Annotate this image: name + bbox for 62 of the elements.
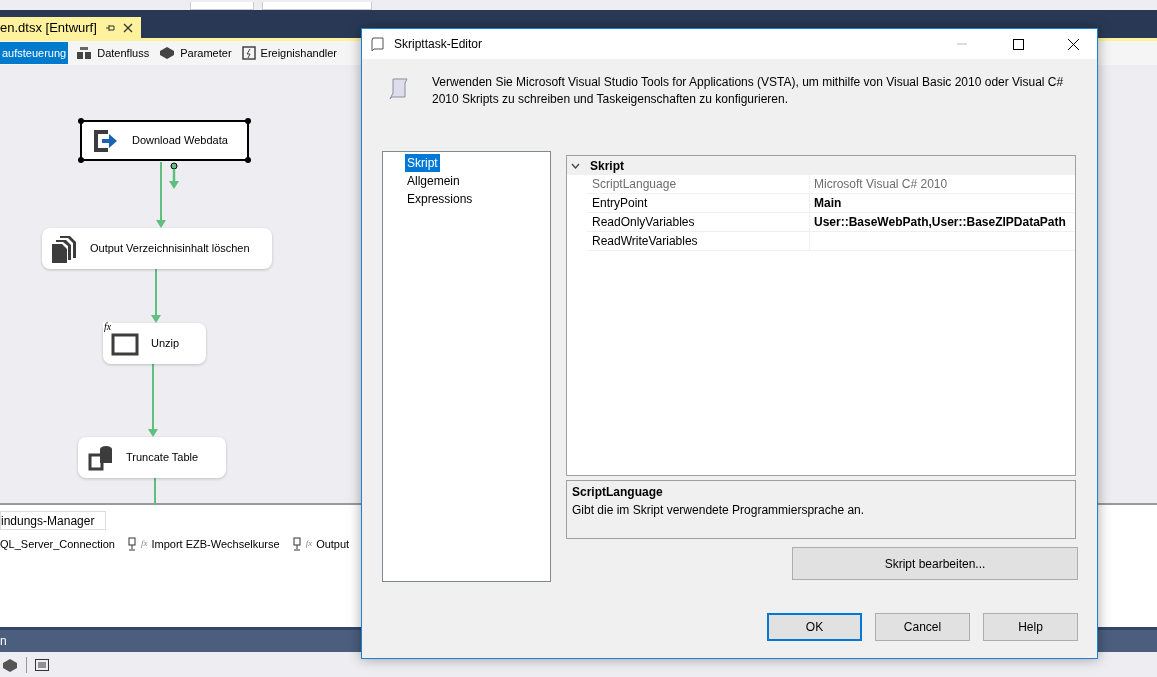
designer-tab[interactable]: Ereignishandler [239,42,339,64]
document-title: en.dtsx [Entwurf] [0,18,97,37]
window-icon [111,331,139,356]
dialog-title: Skripttask-Editor [394,36,484,53]
fx-label: fx [305,537,313,551]
task-node[interactable]: Truncate Table [78,437,226,478]
designer-tab[interactable]: aufsteuerung [0,42,69,64]
scroll-icon [370,36,386,52]
file-connection-icon [291,537,302,551]
dialog-button[interactable]: Cancel [875,613,970,641]
task-node[interactable]: Output Verzeichnisinhalt löschen [42,228,272,269]
help-title: ScriptLanguage [572,484,664,500]
maximize-icon[interactable] [1013,38,1024,50]
fx-label: fx [140,537,148,551]
event-handler-icon [241,46,256,60]
help-text: Gibt die im Skript verwendete Programmiersprache an. [572,502,866,519]
scroll-icon [388,76,410,102]
connector-handle[interactable] [169,162,179,189]
dialog-button[interactable]: Help [983,613,1078,641]
document-tab[interactable]: en.dtsx [Entwurf] [0,17,141,38]
task-label: Truncate Table [126,450,199,466]
property-name[interactable]: ReadOnlyVariables [587,213,810,231]
chevron-icon [571,162,580,169]
dataflow-icon [76,46,93,60]
task-label: Download Webdata [132,133,228,149]
package-icon[interactable] [2,657,18,672]
resize-handle[interactable] [245,118,251,124]
resize-handle[interactable] [245,157,251,163]
designer-tab[interactable]: Datenfluss [74,42,152,64]
page-list-item[interactable]: Allgemein [405,172,462,190]
close-icon[interactable] [122,22,133,33]
property-category[interactable]: Skript [567,156,1075,175]
documents-icon [50,233,78,264]
resize-handle[interactable] [78,118,84,124]
dialog-button[interactable]: OK [767,613,862,641]
list-icon[interactable] [35,658,49,671]
task-label: Unzip [151,336,180,352]
task-node[interactable]: Download Webdata [80,120,249,161]
connector-arrow [151,268,161,323]
connection-name[interactable]: Import EZB-Wechselkurse [151,535,280,553]
connector-arrow [156,161,166,228]
connection-name[interactable]: Output [316,535,350,553]
edit-script-button[interactable]: Skript bearbeiten... [792,547,1078,580]
connection-name[interactable]: QL_Server_Connection [0,535,115,553]
property-value[interactable]: User::BaseWebPath,User::BaseZIPDataPath [810,213,1066,231]
page-list-item[interactable]: Expressions [405,190,475,208]
connection-manager-tab[interactable]: indungs-Manager [0,511,106,530]
page-list-item[interactable]: Skript [405,154,440,172]
resize-handle[interactable] [78,157,84,163]
connector-line [154,477,156,505]
property-name[interactable]: EntryPoint [587,194,810,212]
parameter-icon [159,46,176,60]
task-node[interactable]: fx Unzip [103,323,206,364]
property-value[interactable]: Main [810,194,842,212]
file-connection-icon [126,537,137,551]
pin-icon[interactable] [104,22,115,33]
property-name[interactable]: ReadWriteVariables [587,232,810,250]
designer-tab[interactable]: Parameter [157,42,234,64]
fx-label: fx [103,322,113,332]
task-label: Output Verzeichnisinhalt löschen [90,241,250,257]
dialog-description: Verwenden Sie Microsoft Visual Studio Tools for Applications (VSTA), um mithilfe von Visual Basic 2010 oder Visual C# 2010 Skripts zu schreiben und Taskeigenschaften zu konfigurieren. [432,74,1065,108]
close-icon[interactable] [1068,38,1079,50]
